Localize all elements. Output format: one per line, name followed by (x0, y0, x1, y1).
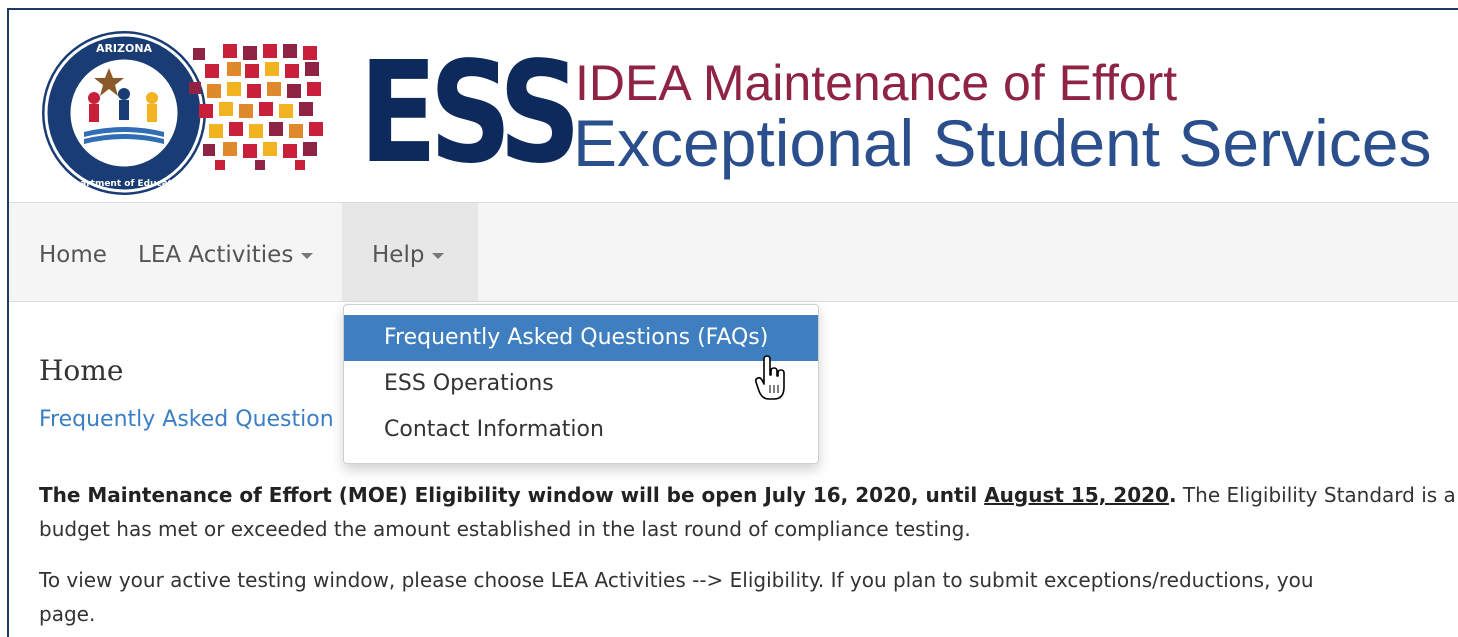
seal-top-text: ARIZONA (96, 42, 153, 55)
notice-rest-text: The Eligibility Standard is a (1176, 483, 1456, 507)
instructions-line1: To view your active testing window, plea… (39, 568, 1314, 592)
notice-bold-text: The Maintenance of Effort (MOE) Eligibil… (39, 483, 985, 507)
mosaic-graphic (189, 44, 323, 170)
chevron-down-icon (301, 252, 314, 259)
main-navbar: Home LEA Activities Help (9, 202, 1458, 302)
nav-help-label: Help (372, 242, 425, 268)
instructions-line2: page. (39, 602, 96, 626)
seal-bottom-text: Department of Education (60, 179, 188, 189)
testing-window-instructions: To view your active testing window, plea… (39, 563, 1314, 631)
nav-lea-activities-label: LEA Activities (138, 242, 294, 268)
page-title: Home (39, 354, 124, 387)
header-title-line1: IDEA Maintenance of Effort (575, 55, 1178, 111)
notice-period: . (1168, 483, 1177, 507)
moe-eligibility-notice: The Maintenance of Effort (MOE) Eligibil… (39, 478, 1456, 546)
ess-logo-text: ESS (359, 32, 581, 195)
nav-home[interactable]: Home (39, 203, 107, 301)
nav-home-label: Home (39, 242, 107, 268)
notice-line2: budget has met or exceeded the amount es… (39, 517, 971, 541)
faq-link[interactable]: Frequently Asked Question (39, 407, 334, 432)
nav-help[interactable]: Help (342, 203, 478, 301)
arizona-department-of-education-seal: ARIZONA Department of Education (42, 31, 206, 195)
nav-lea-activities[interactable]: LEA Activities (138, 203, 314, 301)
menu-item-ess-operations[interactable]: ESS Operations (344, 361, 818, 407)
chevron-down-icon (432, 252, 445, 259)
hand-pointer-cursor-icon (754, 355, 785, 400)
notice-deadline-date: August 15, 2020 (984, 483, 1169, 507)
menu-item-faqs[interactable]: Frequently Asked Questions (FAQs) (344, 315, 818, 361)
site-header: ARIZONA Department of Education ESS IDEA… (9, 10, 1458, 202)
app-frame: ARIZONA Department of Education ESS IDEA… (7, 8, 1458, 637)
header-title-line2: Exceptional Student Services (573, 106, 1432, 180)
help-dropdown-menu: Frequently Asked Questions (FAQs) ESS Op… (343, 304, 819, 464)
menu-item-contact-information[interactable]: Contact Information (344, 407, 818, 453)
